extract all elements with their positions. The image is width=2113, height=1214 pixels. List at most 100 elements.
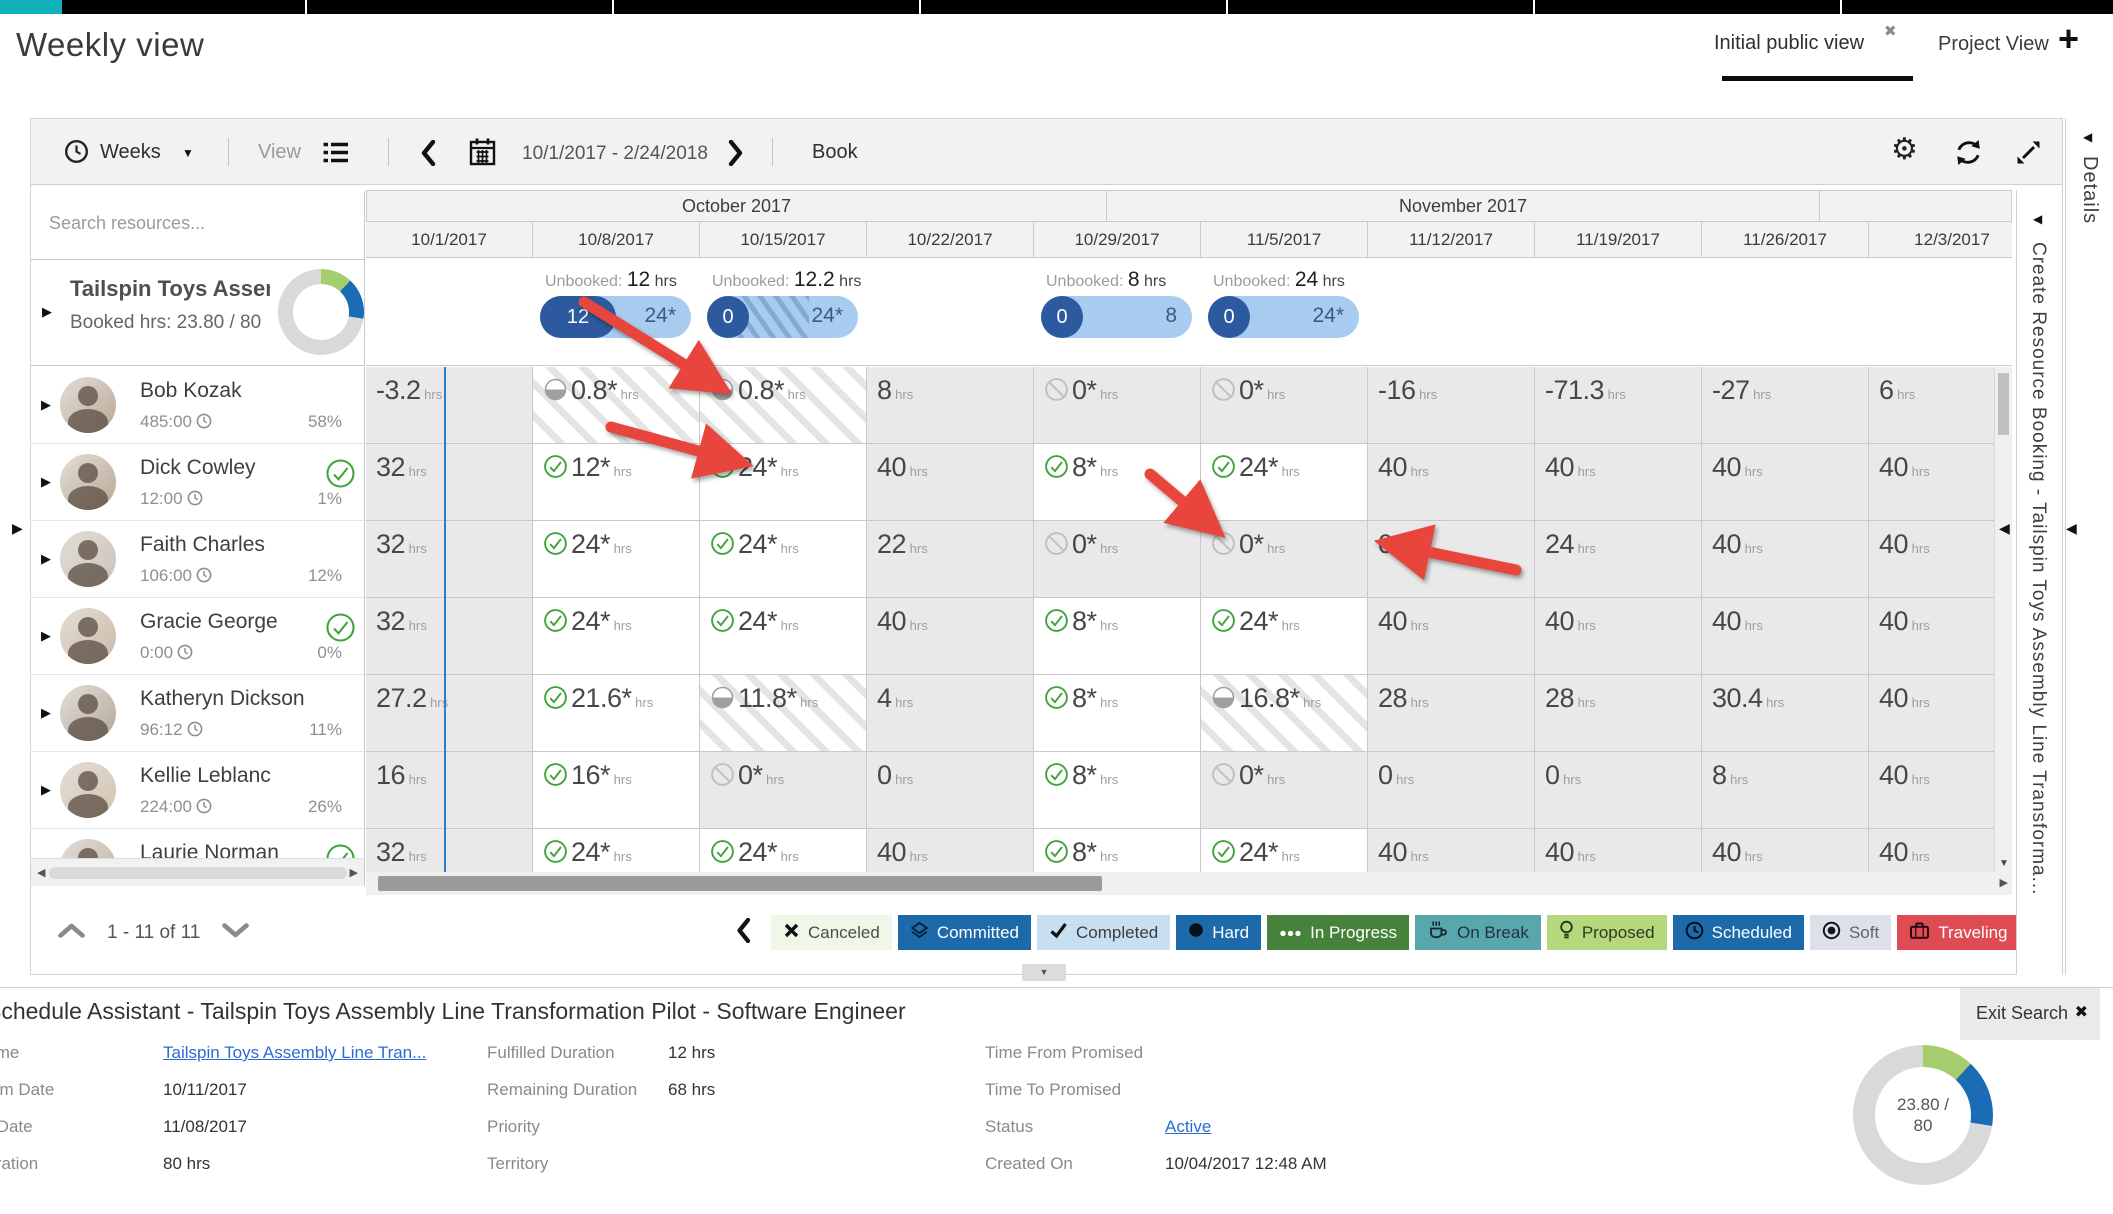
- scroll-left-icon[interactable]: ◀: [37, 866, 45, 879]
- grid-cell[interactable]: 8* hrs: [1034, 752, 1201, 829]
- unbooked-pill[interactable]: 1224*: [540, 296, 691, 338]
- grid-cell[interactable]: 30.4 hrs: [1702, 675, 1869, 752]
- previous-range-icon[interactable]: [420, 140, 436, 171]
- calendar-icon[interactable]: [468, 137, 497, 172]
- legend-chip-soft[interactable]: Soft: [1810, 915, 1891, 950]
- field-value[interactable]: Tailspin Toys Assembly Line Tran...: [163, 1043, 426, 1062]
- legend-chip-hard[interactable]: Hard: [1176, 915, 1261, 950]
- grid-cell[interactable]: 40 hrs: [1869, 598, 2012, 675]
- grid-cell[interactable]: 11.8* hrs: [700, 675, 867, 752]
- list-view-icon[interactable]: [322, 141, 349, 169]
- unbooked-pill[interactable]: 08: [1041, 296, 1192, 338]
- grid-cell[interactable]: 24* hrs: [1201, 444, 1368, 521]
- legend-chip-scheduled[interactable]: Scheduled: [1673, 915, 1804, 950]
- grid-cell[interactable]: 40 hrs: [1702, 598, 1869, 675]
- grid-cell[interactable]: 40 hrs: [1535, 444, 1702, 521]
- grid-cell[interactable]: 24* hrs: [533, 829, 700, 872]
- grid-cell[interactable]: 27.2 hrs: [366, 675, 533, 752]
- grid-cell[interactable]: 40 hrs: [1869, 521, 2012, 598]
- tab-project-view[interactable]: Project View: [1938, 33, 2049, 56]
- expand-left-panel-icon[interactable]: ▶: [12, 520, 23, 537]
- grid-cell[interactable]: 40 hrs: [1535, 598, 1702, 675]
- grid-cell[interactable]: 0 hrs: [1368, 752, 1535, 829]
- page-up-icon[interactable]: [58, 923, 85, 943]
- collapse-left-icon[interactable]: ◀: [2033, 212, 2042, 226]
- unbooked-pill[interactable]: 024*: [1208, 296, 1359, 338]
- resource-row[interactable]: ▶ Gracie George 0:000%: [31, 598, 364, 675]
- grid-cell[interactable]: 0 hrs: [867, 752, 1034, 829]
- grid-cell[interactable]: 0 hrs: [1535, 752, 1702, 829]
- grid-cell[interactable]: 16.8* hrs: [1201, 675, 1368, 752]
- grid-cell[interactable]: -27 hrs: [1702, 367, 1869, 444]
- grid-cell[interactable]: 12* hrs: [533, 444, 700, 521]
- time-scale-select[interactable]: Weeks: [100, 141, 161, 164]
- grid-cell[interactable]: 0* hrs: [700, 752, 867, 829]
- grid-cell[interactable]: 4 hrs: [867, 675, 1034, 752]
- grid-horizontal-scrollbar[interactable]: ▶: [366, 872, 2012, 895]
- scrollbar-thumb[interactable]: [49, 867, 347, 879]
- grid-cell[interactable]: 40 hrs: [1702, 444, 1869, 521]
- scrollbar-thumb[interactable]: [378, 876, 1102, 891]
- resource-row[interactable]: ▶ Kellie Leblanc 224:0026%: [31, 752, 364, 829]
- search-input[interactable]: [49, 213, 339, 234]
- resource-group-row[interactable]: ▶ Tailspin Toys Assem... Booked hrs: 23.…: [31, 260, 365, 366]
- chevron-down-icon[interactable]: ▼: [182, 146, 194, 160]
- grid-cell[interactable]: 0* hrs: [1201, 752, 1368, 829]
- grid-cell[interactable]: 8 hrs: [867, 367, 1034, 444]
- grid-cell[interactable]: 16 hrs: [366, 752, 533, 829]
- next-range-icon[interactable]: [728, 140, 744, 171]
- grid-cell[interactable]: 24* hrs: [1201, 598, 1368, 675]
- grid-cell[interactable]: 8* hrs: [1034, 675, 1201, 752]
- resource-row[interactable]: ▶ Bob Kozak 485:0058%: [31, 367, 364, 444]
- grid-cell[interactable]: 40 hrs: [1368, 829, 1535, 872]
- grid-cell[interactable]: 24* hrs: [1201, 829, 1368, 872]
- details-side-tab[interactable]: ◀ Details: [2065, 118, 2113, 975]
- grid-cell[interactable]: 40 hrs: [1869, 444, 2012, 521]
- legend-chip-committed[interactable]: Committed: [898, 915, 1031, 950]
- grid-cell[interactable]: 24 hrs: [1535, 521, 1702, 598]
- grid-cell[interactable]: 21.6* hrs: [533, 675, 700, 752]
- expand-icon[interactable]: ▶: [41, 474, 51, 490]
- grid-cell[interactable]: 32 hrs: [366, 521, 533, 598]
- gear-icon[interactable]: ⚙: [1891, 132, 1918, 167]
- expand-icon[interactable]: ▶: [41, 782, 51, 798]
- grid-cell[interactable]: -16 hrs: [1368, 367, 1535, 444]
- grid-cell[interactable]: 0* hrs: [1034, 367, 1201, 444]
- field-value[interactable]: Active: [1165, 1117, 1211, 1136]
- grid-cell[interactable]: 8* hrs: [1034, 598, 1201, 675]
- fullscreen-icon[interactable]: [2014, 138, 2043, 172]
- grid-cell[interactable]: 24* hrs: [700, 829, 867, 872]
- grid-cell[interactable]: 22 hrs: [867, 521, 1034, 598]
- grid-cell[interactable]: 32 hrs: [366, 598, 533, 675]
- grid-cell[interactable]: 40 hrs: [1702, 521, 1869, 598]
- grid-cell[interactable]: 24* hrs: [700, 598, 867, 675]
- view-label[interactable]: View: [258, 141, 301, 164]
- resource-row[interactable]: ▶ Dick Cowley 12:001%: [31, 444, 364, 521]
- grid-cell[interactable]: 0* hrs: [1034, 521, 1201, 598]
- scroll-right-icon[interactable]: ▶: [2000, 876, 2008, 889]
- grid-cell[interactable]: 8* hrs: [1034, 829, 1201, 872]
- legend-chip-traveling[interactable]: Traveling: [1897, 915, 2019, 950]
- create-resource-booking-side-tab[interactable]: ◀ Create Resource Booking - Tailspin Toy…: [2016, 190, 2063, 975]
- grid-cell[interactable]: -71.3 hrs: [1535, 367, 1702, 444]
- expand-icon[interactable]: ▶: [41, 551, 51, 567]
- grid-cell[interactable]: 40 hrs: [867, 598, 1034, 675]
- page-down-icon[interactable]: [222, 923, 249, 943]
- grid-cell[interactable]: 40 hrs: [1368, 444, 1535, 521]
- legend-chip-proposed[interactable]: Proposed: [1547, 915, 1667, 950]
- collapse-right-panel-icon[interactable]: ◀: [1999, 520, 2010, 537]
- grid-cell[interactable]: 40 hrs: [1869, 675, 2012, 752]
- book-button[interactable]: Book: [812, 141, 858, 164]
- legend-chip-canceled[interactable]: Canceled: [771, 915, 892, 950]
- tab-initial-public-view[interactable]: Initial public view: [1714, 32, 1864, 55]
- grid-cell[interactable]: 24* hrs: [700, 521, 867, 598]
- expand-group-icon[interactable]: ▶: [42, 304, 52, 320]
- legend-chip-completed[interactable]: Completed: [1037, 915, 1170, 950]
- grid-cell[interactable]: 8 hrs: [1702, 752, 1869, 829]
- grid-cell[interactable]: 32 hrs: [366, 444, 533, 521]
- resource-list-scrollbar[interactable]: ◀ ▶: [31, 858, 365, 886]
- grid-vertical-scrollbar[interactable]: ▼: [1994, 367, 2012, 872]
- unbooked-pill[interactable]: 024*: [707, 296, 858, 338]
- collapse-left-icon[interactable]: ◀: [2083, 130, 2092, 144]
- expand-icon[interactable]: ▶: [41, 397, 51, 413]
